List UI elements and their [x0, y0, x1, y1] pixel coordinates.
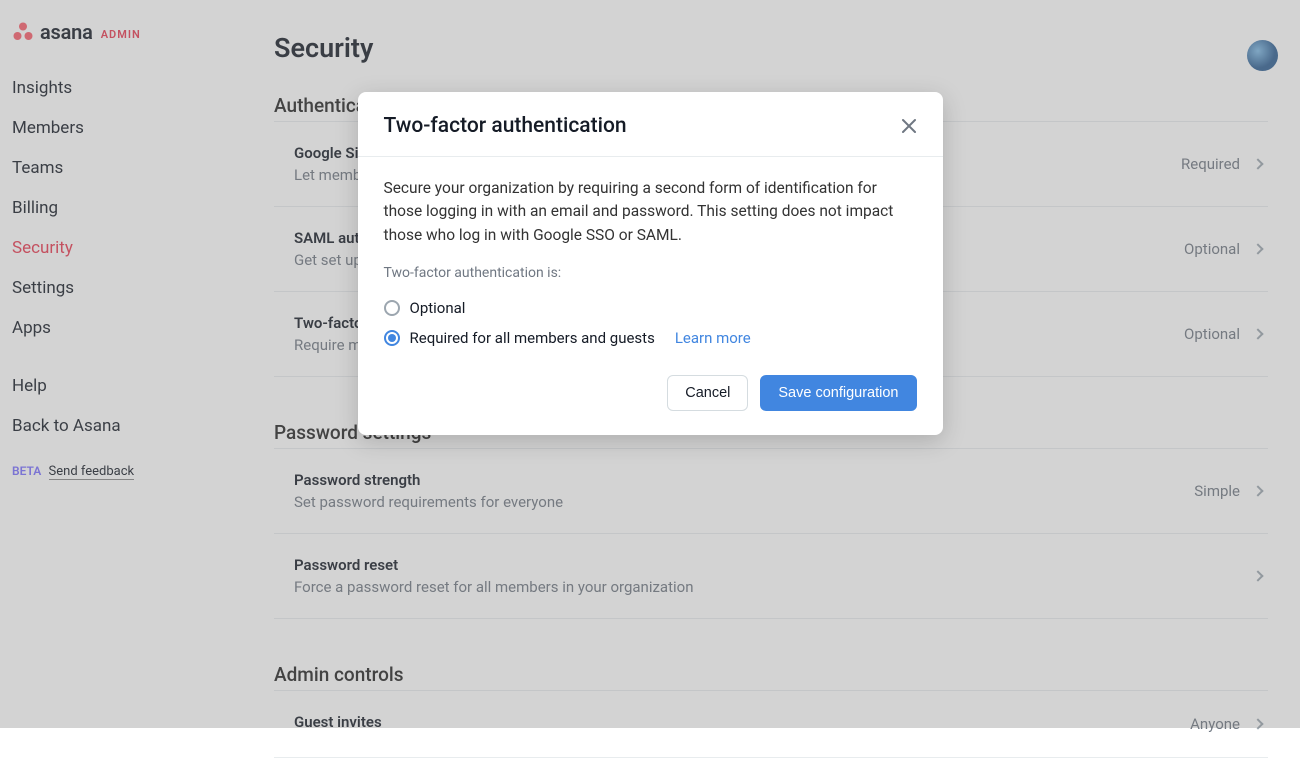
radio-label: Required for all members and guests — [410, 329, 655, 347]
modal-title: Two-factor authentication — [384, 114, 627, 138]
modal-overlay: Two-factor authentication Secure your or… — [0, 0, 1300, 728]
modal-close-button[interactable] — [901, 118, 917, 134]
save-configuration-button[interactable]: Save configuration — [760, 375, 916, 411]
learn-more-link[interactable]: Learn more — [675, 329, 751, 347]
modal-description: Secure your organization by requiring a … — [384, 177, 917, 247]
radio-label: Optional — [410, 299, 466, 317]
modal-body: Secure your organization by requiring a … — [358, 157, 943, 357]
radio-icon — [384, 330, 400, 346]
radio-option-required[interactable]: Required for all members and guests Lear… — [384, 323, 917, 353]
radio-option-optional[interactable]: Optional — [384, 293, 917, 323]
modal-subheading: Two-factor authentication is: — [384, 265, 917, 281]
close-icon — [901, 118, 917, 134]
modal-footer: Cancel Save configuration — [358, 357, 943, 435]
radio-icon — [384, 300, 400, 316]
two-factor-auth-modal: Two-factor authentication Secure your or… — [358, 92, 943, 435]
modal-header: Two-factor authentication — [358, 92, 943, 157]
cancel-button[interactable]: Cancel — [667, 375, 748, 411]
